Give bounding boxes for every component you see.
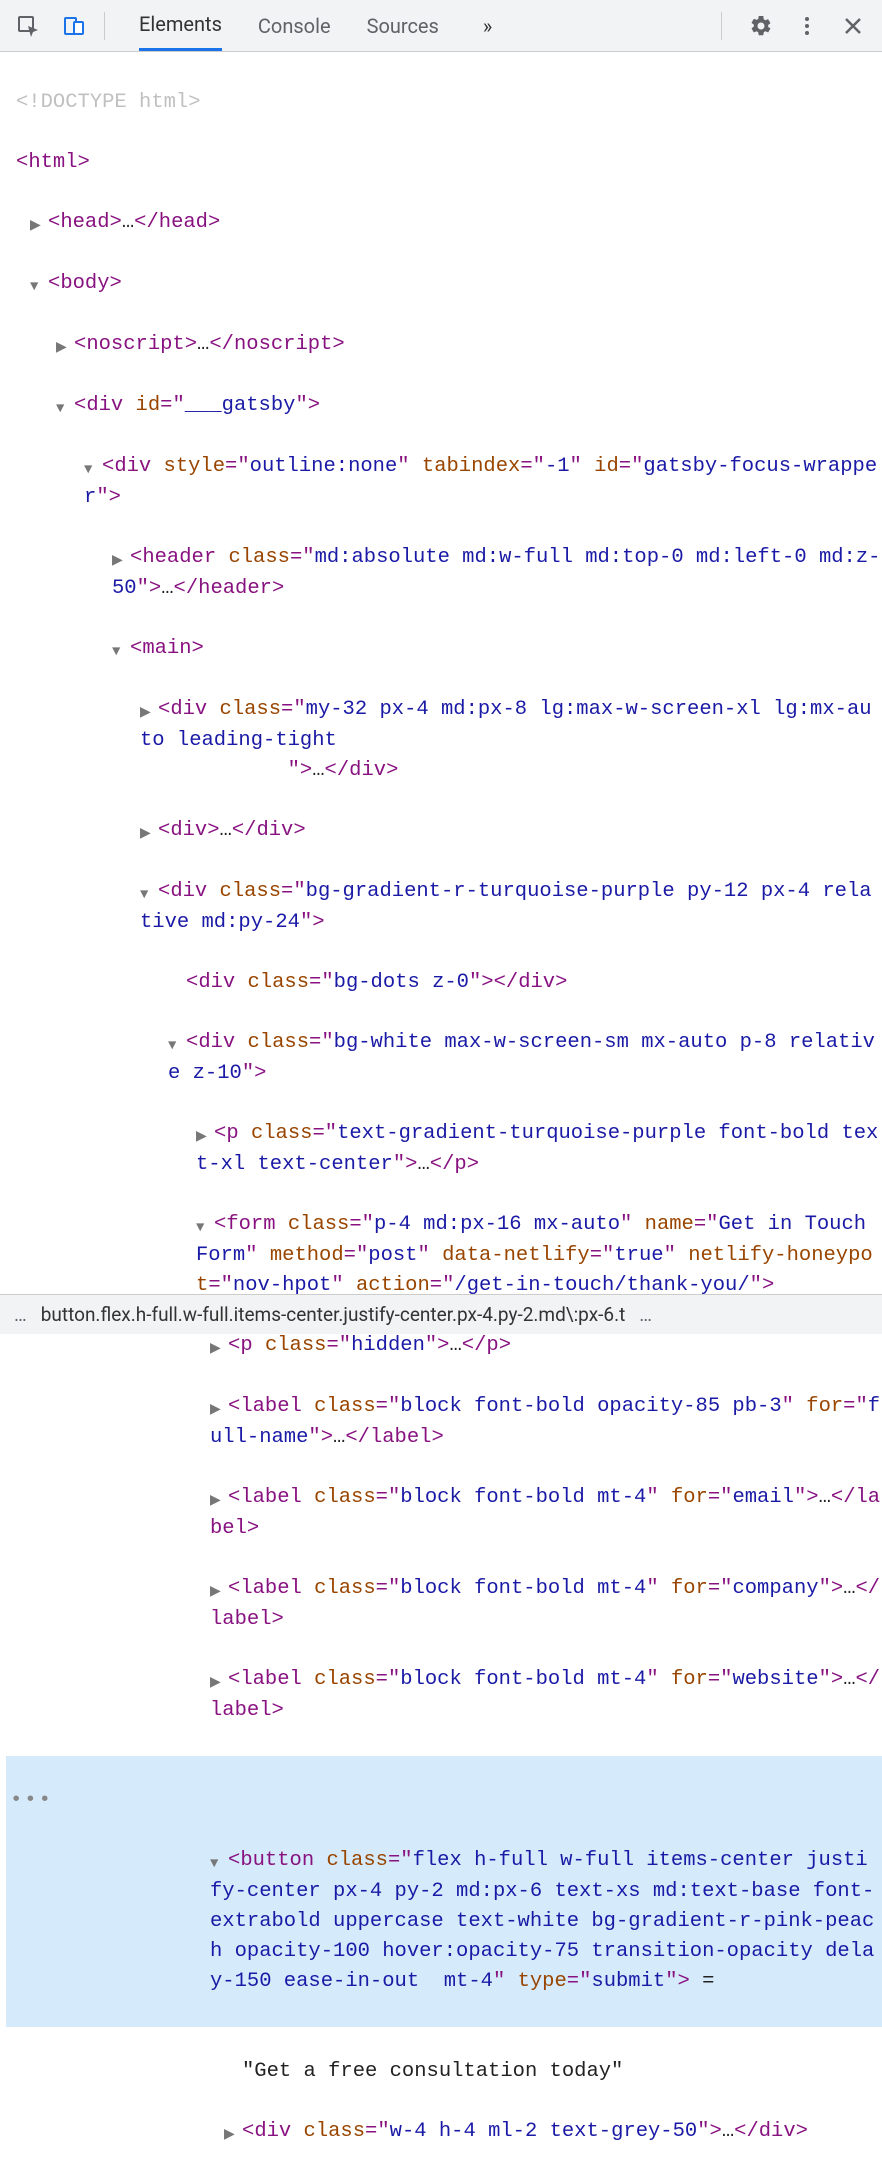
separator xyxy=(104,12,105,40)
kebab-icon[interactable] xyxy=(792,6,822,46)
breadcrumb[interactable]: … button.flex.h-full.w-full.items-center… xyxy=(0,1294,882,1334)
focus-wrapper-node[interactable]: ▼<div style="outline:none" tabindex="-1"… xyxy=(6,452,882,513)
label-fullname-node[interactable]: ▶<label class="block font-bold opacity-8… xyxy=(6,1392,882,1453)
div-my32-node[interactable]: ▶<div class="my-32 px-4 md:px-8 lg:max-w… xyxy=(6,695,882,786)
body-node[interactable]: ▼<body> xyxy=(6,269,882,300)
inspect-icon[interactable] xyxy=(8,6,48,46)
button-textnode[interactable]: "Get a free consultation today" xyxy=(6,2057,882,2087)
separator xyxy=(721,12,722,40)
gear-icon[interactable] xyxy=(746,6,776,46)
close-icon[interactable] xyxy=(838,6,868,46)
div-icon-node[interactable]: ▶<div class="w-4 h-4 ml-2 text-grey-50">… xyxy=(6,2117,882,2148)
breadcrumb-path[interactable]: button.flex.h-full.w-full.items-center.j… xyxy=(41,1303,626,1326)
main-node[interactable]: ▼<main> xyxy=(6,634,882,665)
noscript-node[interactable]: ▶<noscript>…</noscript> xyxy=(6,330,882,361)
dom-tree[interactable]: <!DOCTYPE html> <html> ▶<head>…</head> ▼… xyxy=(0,52,882,2178)
head-node[interactable]: ▶<head>…</head> xyxy=(6,208,882,239)
breadcrumb-right-ellipsis: … xyxy=(635,1303,656,1326)
form-node[interactable]: ▼<form class="p-4 md:px-16 mx-auto" name… xyxy=(6,1210,882,1301)
gatsby-div-node[interactable]: ▼<div id="___gatsby"> xyxy=(6,391,882,422)
label-email-node[interactable]: ▶<label class="block font-bold mt-4" for… xyxy=(6,1483,882,1544)
tab-elements[interactable]: Elements xyxy=(139,0,222,51)
selected-marker: ••• xyxy=(10,1786,53,1816)
button-node-selected[interactable]: ••• ▼<button class="flex h-full w-full i… xyxy=(6,1756,882,2027)
tabs-overflow-icon[interactable]: » xyxy=(475,14,500,38)
device-toggle-icon[interactable] xyxy=(54,6,94,46)
div-plain-node[interactable]: ▶<div>…</div> xyxy=(6,816,882,847)
div-white-node[interactable]: ▼<div class="bg-white max-w-screen-sm mx… xyxy=(6,1028,882,1089)
breadcrumb-left-ellipsis[interactable]: … xyxy=(10,1303,31,1326)
tabs: Elements Console Sources » xyxy=(119,0,500,51)
tab-sources[interactable]: Sources xyxy=(367,2,439,50)
p-hidden-node[interactable]: ▶<p class="hidden">…</p> xyxy=(6,1331,882,1362)
doctype-node[interactable]: <!DOCTYPE html> xyxy=(6,88,882,118)
p-textgrad-node[interactable]: ▶<p class="text-gradient-turquoise-purpl… xyxy=(6,1119,882,1180)
label-website-node[interactable]: ▶<label class="block font-bold mt-4" for… xyxy=(6,1665,882,1726)
div-gradient-node[interactable]: ▼<div class="bg-gradient-r-turquoise-pur… xyxy=(6,877,882,938)
div-dots-node[interactable]: <div class="bg-dots z-0"></div> xyxy=(6,968,882,998)
label-company-node[interactable]: ▶<label class="block font-bold mt-4" for… xyxy=(6,1574,882,1635)
header-node[interactable]: ▶<header class="md:absolute md:w-full md… xyxy=(6,543,882,604)
html-node[interactable]: <html> xyxy=(6,148,882,178)
devtools-toolbar: Elements Console Sources » xyxy=(0,0,882,52)
tab-console[interactable]: Console xyxy=(258,2,331,50)
